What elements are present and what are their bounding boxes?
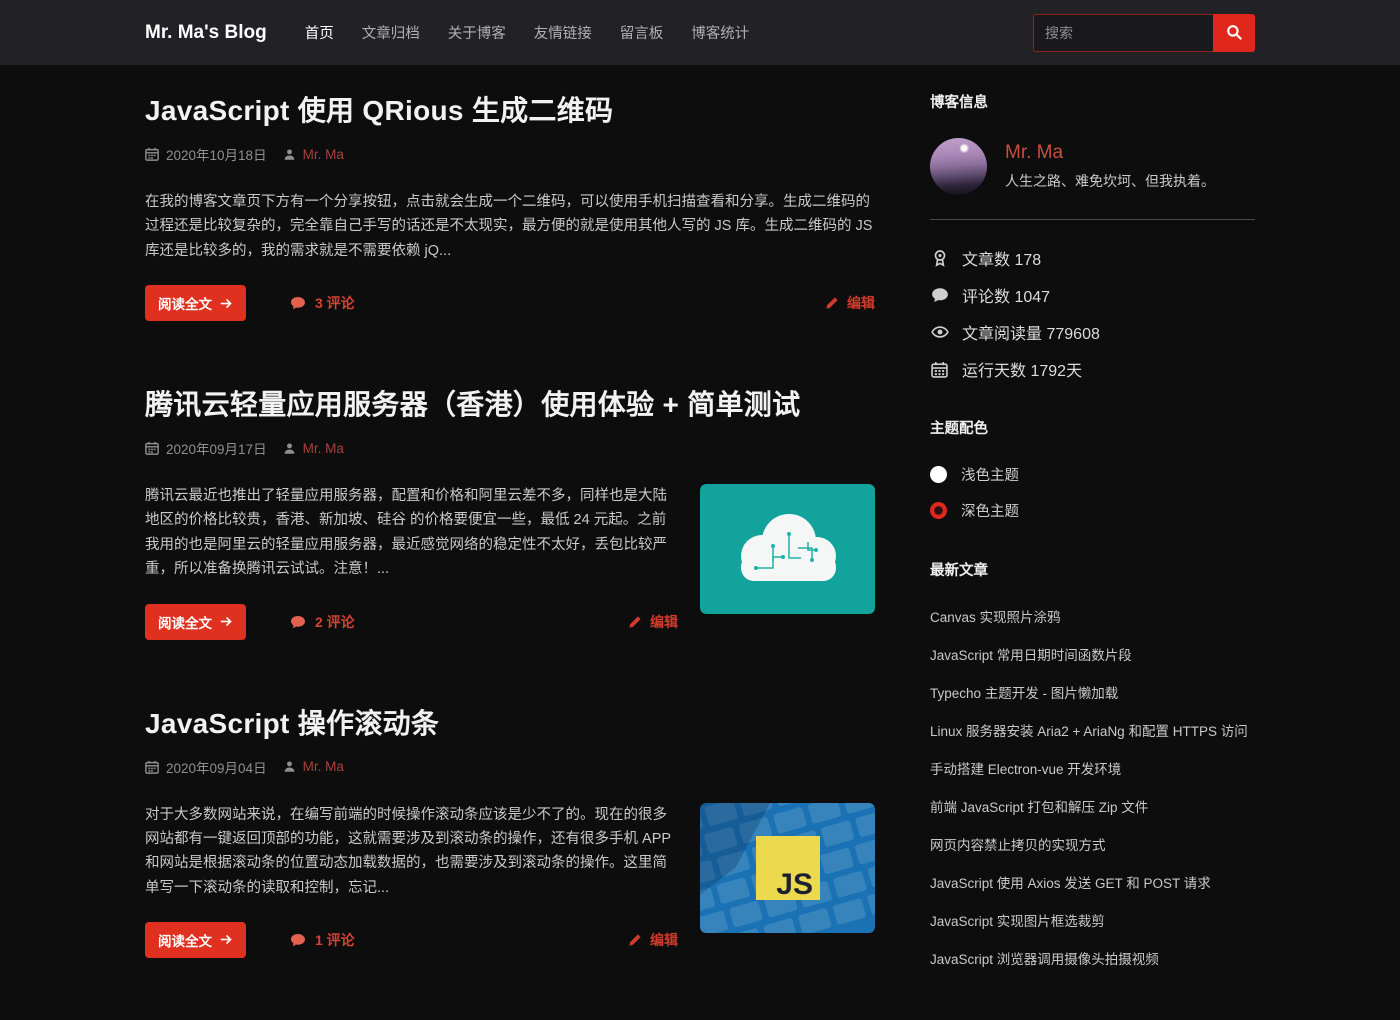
post-card: JavaScript 使用 QRious 生成二维码 2020年10月18日 M… [145, 89, 875, 321]
edit-link[interactable]: 编辑 [628, 930, 678, 950]
award-icon [930, 249, 949, 267]
site-brand[interactable]: Mr. Ma's Blog [145, 22, 267, 44]
profile-bio: 人生之路、难免坎坷、但我执着。 [1005, 171, 1215, 191]
read-more-button[interactable]: 阅读全文 [145, 922, 246, 958]
theme-section: 主题配色 浅色主题 深色主题 [930, 417, 1255, 521]
comments-link[interactable]: 1 评论 [290, 930, 355, 950]
comment-icon [290, 614, 306, 630]
blog-info-title: 博客信息 [930, 91, 1255, 112]
latest-article-link[interactable]: Typecho 主题开发 - 图片懒加载 [930, 682, 1255, 702]
stat-views: 文章阅读量 779608 [930, 320, 1255, 344]
user-icon [283, 148, 296, 161]
post-author-link[interactable]: Mr. Ma [283, 147, 344, 162]
stat-days: 运行天数 1792天 [930, 357, 1255, 381]
latest-article-link[interactable]: Linux 服务器安装 Aria2 + AriaNg 和配置 HTTPS 访问 [930, 720, 1255, 740]
latest-article-link[interactable]: 网页内容禁止拷贝的实现方式 [930, 834, 1255, 854]
post-meta: 2020年09月17日 Mr. Ma [145, 438, 875, 458]
read-more-button[interactable]: 阅读全文 [145, 285, 246, 321]
post-title[interactable]: 腾讯云轻量应用服务器（香港）使用体验 + 简单测试 [145, 383, 875, 423]
nav-item-home[interactable]: 首页 [305, 22, 334, 43]
divider [930, 219, 1255, 220]
post-author-link[interactable]: Mr. Ma [283, 759, 344, 774]
eye-icon [930, 323, 949, 341]
theme-option-light[interactable]: 浅色主题 [930, 464, 1255, 485]
latest-article-link[interactable]: JavaScript 常用日期时间函数片段 [930, 644, 1255, 664]
read-more-button[interactable]: 阅读全文 [145, 604, 246, 640]
post-excerpt: 在我的博客文章页下方有一个分享按钮，点击就会生成一个二维码，可以使用手机扫描查看… [145, 190, 875, 263]
post-thumbnail-js[interactable]: JS [700, 803, 875, 933]
post-card: 腾讯云轻量应用服务器（香港）使用体验 + 简单测试 2020年09月17日 Mr… [145, 383, 875, 639]
post-excerpt: 腾讯云最近也推出了轻量应用服务器，配置和价格和阿里云差不多，同样也是大陆地区的价… [145, 484, 678, 581]
nav-item-archive[interactable]: 文章归档 [362, 22, 420, 43]
edit-link[interactable]: 编辑 [825, 293, 875, 313]
sidebar: 博客信息 Mr. Ma 人生之路、难免坎坷、但我执着。 文章数 178 [930, 89, 1255, 1020]
blog-info-section: 博客信息 Mr. Ma 人生之路、难免坎坷、但我执着。 文章数 178 [930, 91, 1255, 381]
user-icon [283, 442, 296, 455]
theme-option-dark[interactable]: 深色主题 [930, 500, 1255, 521]
latest-article-link[interactable]: JavaScript 实现图片框选裁剪 [930, 910, 1255, 930]
post-meta: 2020年09月04日 Mr. Ma [145, 757, 875, 777]
nav-item-stats[interactable]: 博客统计 [691, 22, 749, 43]
pencil-icon [628, 933, 642, 947]
latest-article-link[interactable]: Canvas 实现照片涂鸦 [930, 606, 1255, 626]
arrow-right-icon [220, 615, 233, 628]
main-nav: 首页 文章归档 关于博客 友情链接 留言板 博客统计 [305, 22, 750, 43]
calendar-icon [930, 361, 949, 378]
nav-item-links[interactable]: 友情链接 [534, 22, 592, 43]
search-input[interactable] [1033, 14, 1213, 52]
latest-article-link[interactable]: JavaScript 浏览器调用摄像头拍摄视频 [930, 948, 1255, 968]
post-date: 2020年09月17日 [166, 438, 267, 458]
search-icon [1226, 24, 1243, 41]
latest-articles-title: 最新文章 [930, 559, 1255, 580]
calendar-icon [145, 760, 159, 774]
radio-selected-icon[interactable] [930, 502, 947, 519]
theme-title: 主题配色 [930, 417, 1255, 438]
comment-icon [290, 932, 306, 948]
search-box [1033, 14, 1255, 52]
post-footer: 阅读全文 2 评论 [145, 604, 678, 640]
comment-icon [290, 295, 306, 311]
pencil-icon [628, 615, 642, 629]
latest-articles-section: 最新文章 Canvas 实现照片涂鸦 JavaScript 常用日期时间函数片段… [930, 559, 1255, 968]
arrow-right-icon [220, 297, 233, 310]
latest-article-link[interactable]: JavaScript 使用 Axios 发送 GET 和 POST 请求 [930, 872, 1255, 892]
profile-name[interactable]: Mr. Ma [1005, 142, 1215, 164]
blog-stats: 文章数 178 评论数 1047 文章阅读量 779608 [930, 246, 1255, 381]
stat-articles: 文章数 178 [930, 246, 1255, 270]
post-card: JavaScript 操作滚动条 2020年09月04日 Mr. Ma 对于大多… [145, 702, 875, 958]
search-button[interactable] [1213, 14, 1255, 52]
post-thumbnail-cloud[interactable] [700, 484, 875, 614]
post-footer: 阅读全文 3 评论 [145, 285, 875, 321]
post-footer: 阅读全文 1 评论 [145, 922, 678, 958]
avatar [930, 138, 987, 195]
post-excerpt: 对于大多数网站来说，在编写前端的时候操作滚动条应该是少不了的。现在的很多网站都有… [145, 803, 678, 900]
latest-article-link[interactable]: 手动搭建 Electron-vue 开发环境 [930, 758, 1255, 778]
post-author-link[interactable]: Mr. Ma [283, 441, 344, 456]
calendar-icon [145, 441, 159, 455]
nav-item-guestbook[interactable]: 留言板 [620, 22, 664, 43]
comments-link[interactable]: 2 评论 [290, 612, 355, 632]
post-title[interactable]: JavaScript 操作滚动条 [145, 702, 875, 742]
comment-icon [930, 286, 949, 304]
navbar: Mr. Ma's Blog 首页 文章归档 关于博客 友情链接 留言板 博客统计 [0, 0, 1400, 65]
arrow-right-icon [220, 933, 233, 946]
post-meta: 2020年10月18日 Mr. Ma [145, 144, 875, 164]
nav-item-about[interactable]: 关于博客 [448, 22, 506, 43]
user-icon [283, 760, 296, 773]
calendar-icon [145, 147, 159, 161]
radio-unselected-icon[interactable] [930, 466, 947, 483]
edit-link[interactable]: 编辑 [628, 612, 678, 632]
pencil-icon [825, 296, 839, 310]
stat-comments: 评论数 1047 [930, 283, 1255, 307]
post-date: 2020年10月18日 [166, 144, 267, 164]
comments-link[interactable]: 3 评论 [290, 293, 355, 313]
svg-text:JS: JS [776, 868, 813, 901]
profile: Mr. Ma 人生之路、难免坎坷、但我执着。 [930, 138, 1255, 195]
latest-article-link[interactable]: 前端 JavaScript 打包和解压 Zip 文件 [930, 796, 1255, 816]
post-date: 2020年09月04日 [166, 757, 267, 777]
post-title[interactable]: JavaScript 使用 QRious 生成二维码 [145, 89, 875, 129]
post-list: JavaScript 使用 QRious 生成二维码 2020年10月18日 M… [145, 89, 875, 1020]
